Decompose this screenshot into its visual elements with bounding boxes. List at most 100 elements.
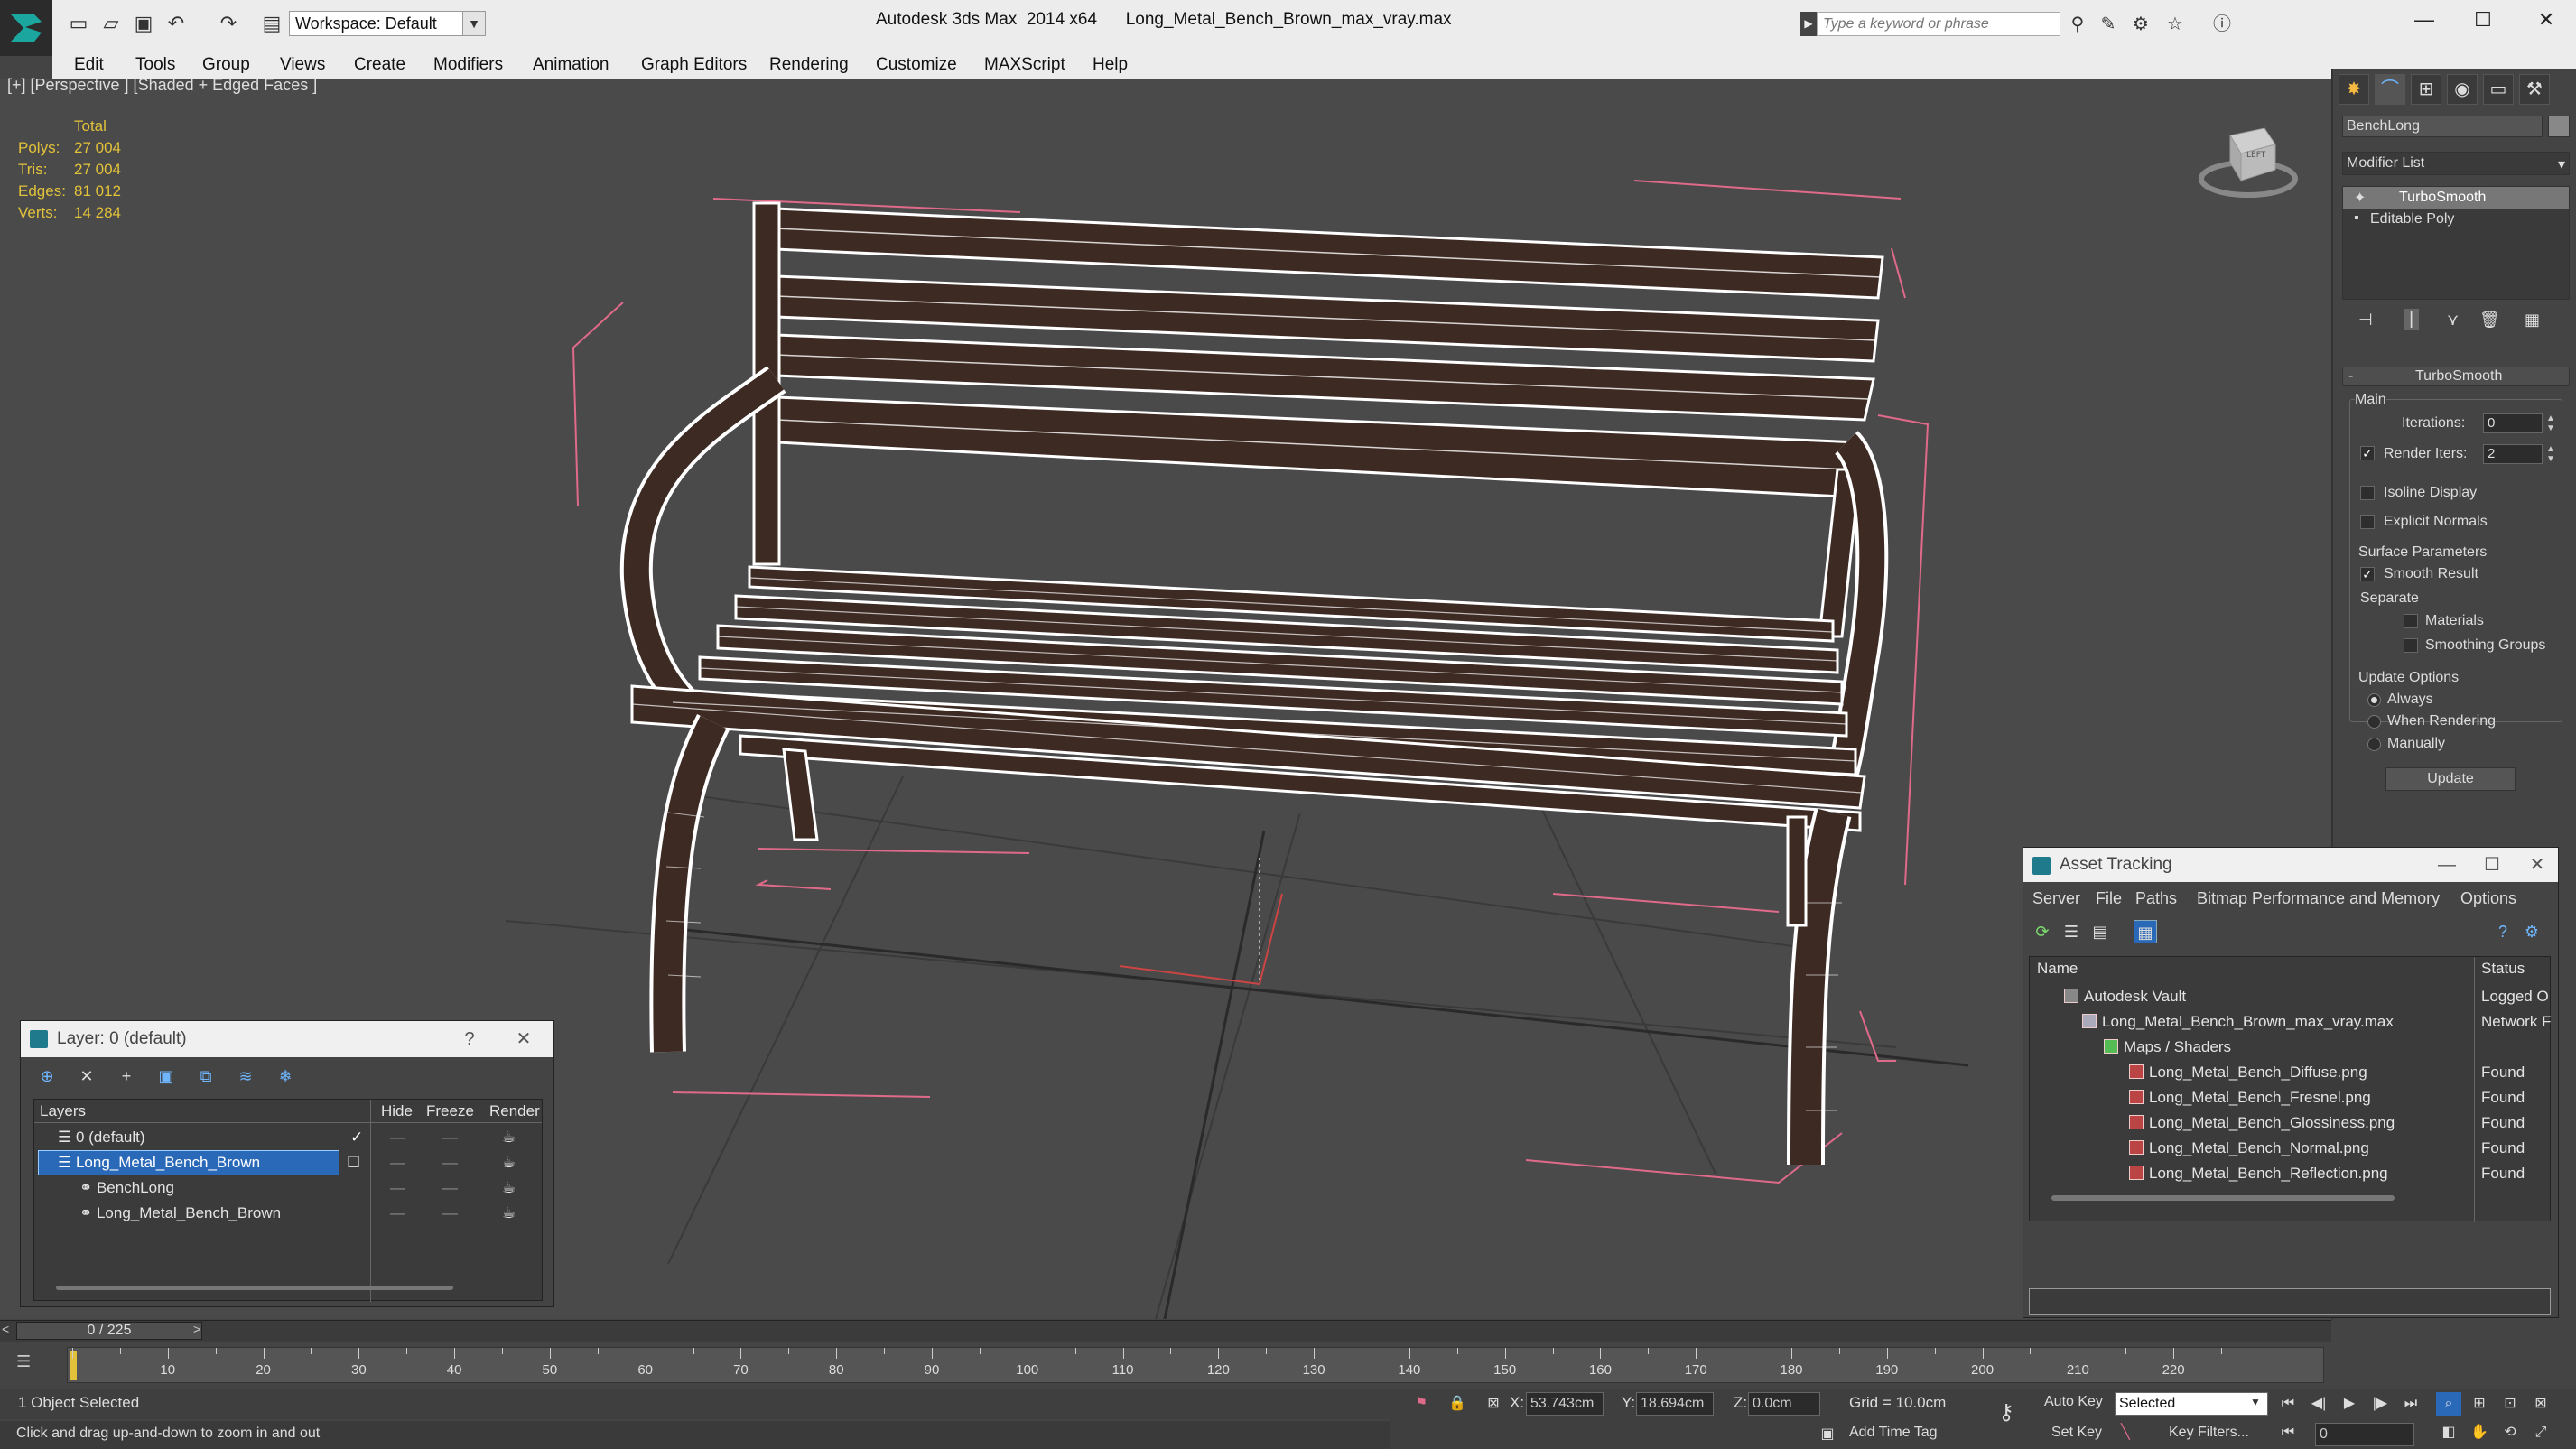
- spinner-arrows-icon[interactable]: ▲ ▼: [2544, 413, 2557, 433]
- close-button[interactable]: ✕: [2524, 5, 2569, 34]
- absolute-mode-icon[interactable]: ⊠: [1481, 1392, 1506, 1416]
- configure-sets-icon[interactable]: ▦: [2525, 311, 2540, 330]
- hide-toggle[interactable]: —: [390, 1201, 405, 1226]
- maximize-button[interactable]: ☐: [2471, 848, 2513, 882]
- auto-key-button[interactable]: Auto Key: [2044, 1394, 2103, 1410]
- list-view-icon[interactable]: ☰: [2060, 920, 2083, 943]
- app-logo-button[interactable]: [0, 0, 52, 56]
- y-coordinate-field[interactable]: 18.694cm: [1636, 1392, 1714, 1416]
- zoom-extents-icon[interactable]: ⊡: [2497, 1392, 2523, 1416]
- menu-rendering[interactable]: Rendering: [769, 55, 849, 75]
- menu-create[interactable]: Create: [354, 55, 405, 75]
- manually-radio[interactable]: [2367, 738, 2381, 751]
- project-folder-icon[interactable]: ▤: [260, 13, 284, 34]
- object-color-swatch[interactable]: [2548, 116, 2570, 137]
- go-to-start-icon[interactable]: ⏮: [2275, 1392, 2301, 1416]
- pan-view-icon[interactable]: ✋: [2467, 1421, 2492, 1444]
- communication-icon[interactable]: ⚙: [2129, 13, 2153, 36]
- add-to-layer-icon[interactable]: +: [115, 1064, 138, 1088]
- menu-graph-editors[interactable]: Graph Editors: [641, 55, 747, 75]
- asset-row[interactable]: Long_Metal_Bench_Diffuse.png: [2129, 1060, 2367, 1085]
- hide-toggle[interactable]: —: [390, 1125, 405, 1150]
- menu-file[interactable]: File: [2096, 889, 2122, 908]
- smooth-result-checkbox[interactable]: ✓: [2360, 567, 2375, 581]
- mini-curve-editor-icon[interactable]: ☰: [16, 1352, 42, 1376]
- freeze-toggle[interactable]: —: [442, 1125, 458, 1150]
- asset-row[interactable]: Long_Metal_Bench_Reflection.png: [2129, 1161, 2388, 1186]
- asset-path-field[interactable]: [2029, 1288, 2551, 1315]
- help-icon[interactable]: ⓘ: [2210, 13, 2234, 36]
- hide-toggle[interactable]: —: [390, 1175, 405, 1201]
- column-name[interactable]: Name: [2037, 956, 2078, 981]
- materials-checkbox[interactable]: [2404, 614, 2418, 628]
- asset-row[interactable]: Long_Metal_Bench_Fresnel.png: [2129, 1085, 2371, 1110]
- previous-frame-icon[interactable]: <: [2, 1322, 9, 1336]
- menu-edit[interactable]: Edit: [74, 55, 104, 75]
- motion-tab-icon[interactable]: ◉: [2447, 74, 2478, 105]
- binoculars-icon[interactable]: ⚲: [2066, 13, 2089, 36]
- help-icon[interactable]: ?: [2491, 920, 2515, 943]
- layer-row[interactable]: ☰ 0 (default): [58, 1125, 145, 1150]
- lightbulb-icon[interactable]: ✦: [2354, 189, 2366, 207]
- minimize-button[interactable]: —: [2426, 848, 2468, 882]
- display-tab-icon[interactable]: ▭: [2483, 74, 2514, 105]
- pin-stack-icon[interactable]: ⊣: [2358, 311, 2373, 330]
- isolate-selection-icon[interactable]: ⚑: [1409, 1392, 1434, 1416]
- zoom-icon[interactable]: ⌕: [2436, 1392, 2461, 1416]
- z-coordinate-field[interactable]: 0.0cm: [1748, 1392, 1820, 1416]
- iterations-spinner[interactable]: 0: [2483, 413, 2543, 433]
- turbosmooth-rollout-header[interactable]: - TurboSmooth: [2342, 367, 2570, 386]
- menu-group[interactable]: Group: [202, 55, 250, 75]
- menu-bitmap-performance[interactable]: Bitmap Performance and Memory: [2197, 889, 2440, 908]
- asset-row[interactable]: Autodesk Vault: [2064, 984, 2186, 1009]
- render-teapot-icon[interactable]: ☕: [502, 1201, 516, 1226]
- modifier-list-dropdown[interactable]: Modifier List ▾: [2342, 152, 2570, 175]
- set-key-button[interactable]: Set Key: [2051, 1425, 2102, 1441]
- key-mode-toggle-icon[interactable]: ⏮: [2275, 1421, 2301, 1444]
- spinner-arrows-icon[interactable]: ▲ ▼: [2544, 444, 2557, 464]
- render-iters-checkbox[interactable]: ✓: [2360, 446, 2375, 460]
- render-teapot-icon[interactable]: ☕: [502, 1150, 516, 1175]
- when-rendering-radio[interactable]: [2367, 715, 2381, 729]
- create-layer-icon[interactable]: ⊕: [35, 1064, 59, 1088]
- maximize-button[interactable]: ☐: [2460, 5, 2506, 34]
- menu-views[interactable]: Views: [280, 55, 325, 75]
- select-objects-icon[interactable]: ▣: [154, 1064, 178, 1088]
- render-iters-spinner[interactable]: 2: [2483, 444, 2543, 464]
- refresh-icon[interactable]: ⟳: [2031, 920, 2054, 943]
- stack-item-turbosmooth[interactable]: TurboSmooth ✦: [2343, 187, 2569, 209]
- stack-item-editable-poly[interactable]: Editable Poly ▪: [2343, 209, 2569, 230]
- table-view-icon[interactable]: ▦: [2134, 920, 2157, 943]
- key-icon[interactable]: ⚷: [1994, 1401, 2019, 1425]
- active-layer-check-icon[interactable]: ✓: [350, 1125, 363, 1150]
- asset-row[interactable]: Long_Metal_Bench_Normal.png: [2129, 1136, 2369, 1161]
- freeze-toggle[interactable]: —: [442, 1175, 458, 1201]
- key-filters-button[interactable]: Key Filters...: [2169, 1425, 2249, 1441]
- modify-tab-icon[interactable]: ⌒: [2375, 74, 2405, 105]
- current-frame-marker[interactable]: [70, 1351, 77, 1380]
- asset-row[interactable]: Long_Metal_Bench_Glossiness.png: [2129, 1110, 2395, 1136]
- menu-options[interactable]: Options: [2460, 889, 2516, 908]
- smoothing-groups-checkbox[interactable]: [2404, 638, 2418, 653]
- open-file-icon[interactable]: ▱: [99, 13, 123, 34]
- save-file-icon[interactable]: ▣: [132, 13, 155, 34]
- close-button[interactable]: ✕: [503, 1021, 544, 1057]
- search-expand-icon[interactable]: ▶: [1800, 12, 1817, 36]
- hide-toggle[interactable]: —: [390, 1150, 405, 1175]
- time-slider[interactable]: 0 / 225: [16, 1322, 202, 1340]
- time-slider-track[interactable]: [0, 1320, 2331, 1342]
- favorites-star-icon[interactable]: ☆: [2163, 13, 2187, 36]
- current-frame-field[interactable]: 0: [2315, 1423, 2414, 1446]
- utilities-tab-icon[interactable]: ⚒: [2519, 74, 2550, 105]
- zoom-all-icon[interactable]: ⊞: [2467, 1392, 2492, 1416]
- redo-icon[interactable]: ↷: [217, 13, 240, 34]
- menu-animation[interactable]: Animation: [533, 55, 609, 75]
- remove-modifier-icon[interactable]: 🗑: [2479, 311, 2500, 330]
- add-time-tag-button[interactable]: Add Time Tag: [1849, 1425, 1938, 1441]
- column-hide[interactable]: Hide: [381, 1099, 413, 1124]
- asset-row[interactable]: Maps / Shaders: [2104, 1035, 2231, 1060]
- maximize-viewport-icon[interactable]: ⤢: [2528, 1421, 2553, 1444]
- horizontal-scrollbar[interactable]: [56, 1286, 453, 1290]
- hierarchy-tab-icon[interactable]: ⊞: [2411, 74, 2441, 105]
- always-radio[interactable]: [2367, 693, 2381, 707]
